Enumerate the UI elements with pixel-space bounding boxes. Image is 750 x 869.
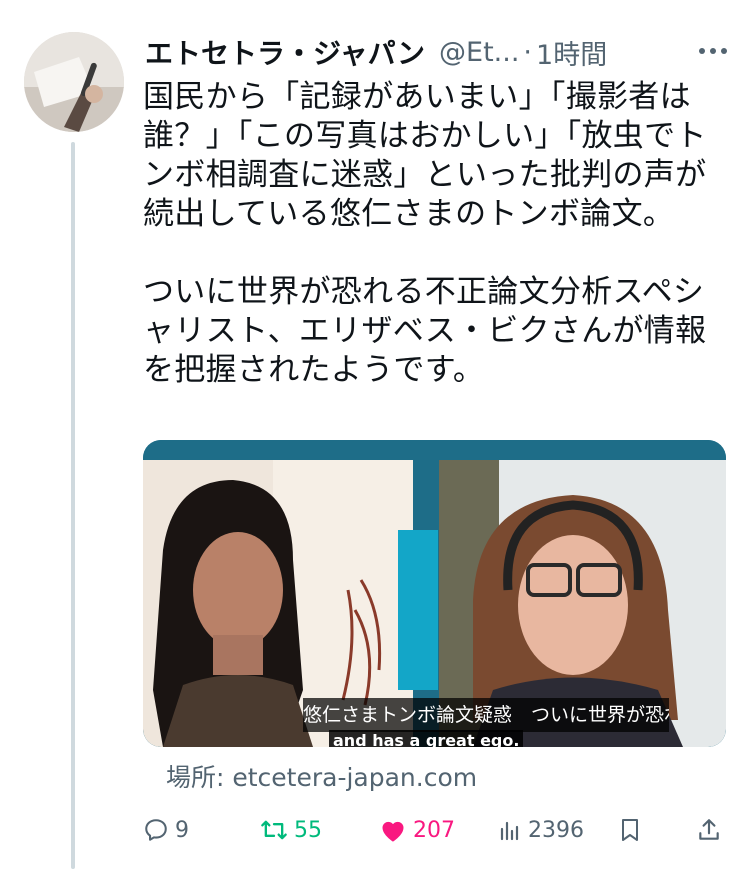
author-handle[interactable]: @Et... (439, 37, 519, 68)
retweet-icon (260, 817, 288, 843)
reply-icon (143, 817, 169, 843)
tweet-text: 国民から「記録があいまい」「撮影者は誰？」「この写真はおかしい」「放虫でトンボ相… (143, 79, 707, 388)
retweet-count: 55 (294, 817, 322, 843)
retweet-button[interactable]: 55 (260, 810, 322, 850)
tweet-header: エトセトラ・ジャパン @Et... · 1時間 (145, 30, 735, 74)
more-icon[interactable] (691, 36, 735, 66)
separator-dot: · (523, 36, 533, 68)
avatar[interactable] (24, 32, 124, 132)
video-thumbnail[interactable]: 悠仁さまトンボ論文疑惑 ついに世界が恐れる… and has a great e… (143, 440, 726, 747)
bookmark-button[interactable] (618, 810, 642, 850)
like-button[interactable]: 207 (379, 810, 455, 850)
views-button[interactable]: 2396 (498, 810, 584, 850)
heart-icon (379, 817, 407, 843)
thread-line (71, 142, 75, 869)
views-count: 2396 (528, 817, 584, 843)
reply-count: 9 (175, 817, 189, 843)
action-bar: 9 55 207 2396 (143, 810, 733, 850)
like-count: 207 (413, 817, 455, 843)
share-button[interactable] (696, 810, 722, 850)
reply-button[interactable]: 9 (143, 810, 189, 850)
timestamp[interactable]: 1時間 (536, 33, 607, 72)
video-caption: and has a great ego. (329, 730, 524, 747)
views-icon (498, 818, 522, 842)
share-icon (696, 817, 722, 843)
author-name[interactable]: エトセトラ・ジャパン (145, 32, 425, 72)
avatar-image (24, 32, 124, 132)
video-subtitle: 悠仁さまトンボ論文疑惑 ついに世界が恐れる… (303, 698, 669, 732)
link-source[interactable]: 場所: etcetera-japan.com (166, 758, 477, 794)
bookmark-icon (618, 817, 642, 843)
